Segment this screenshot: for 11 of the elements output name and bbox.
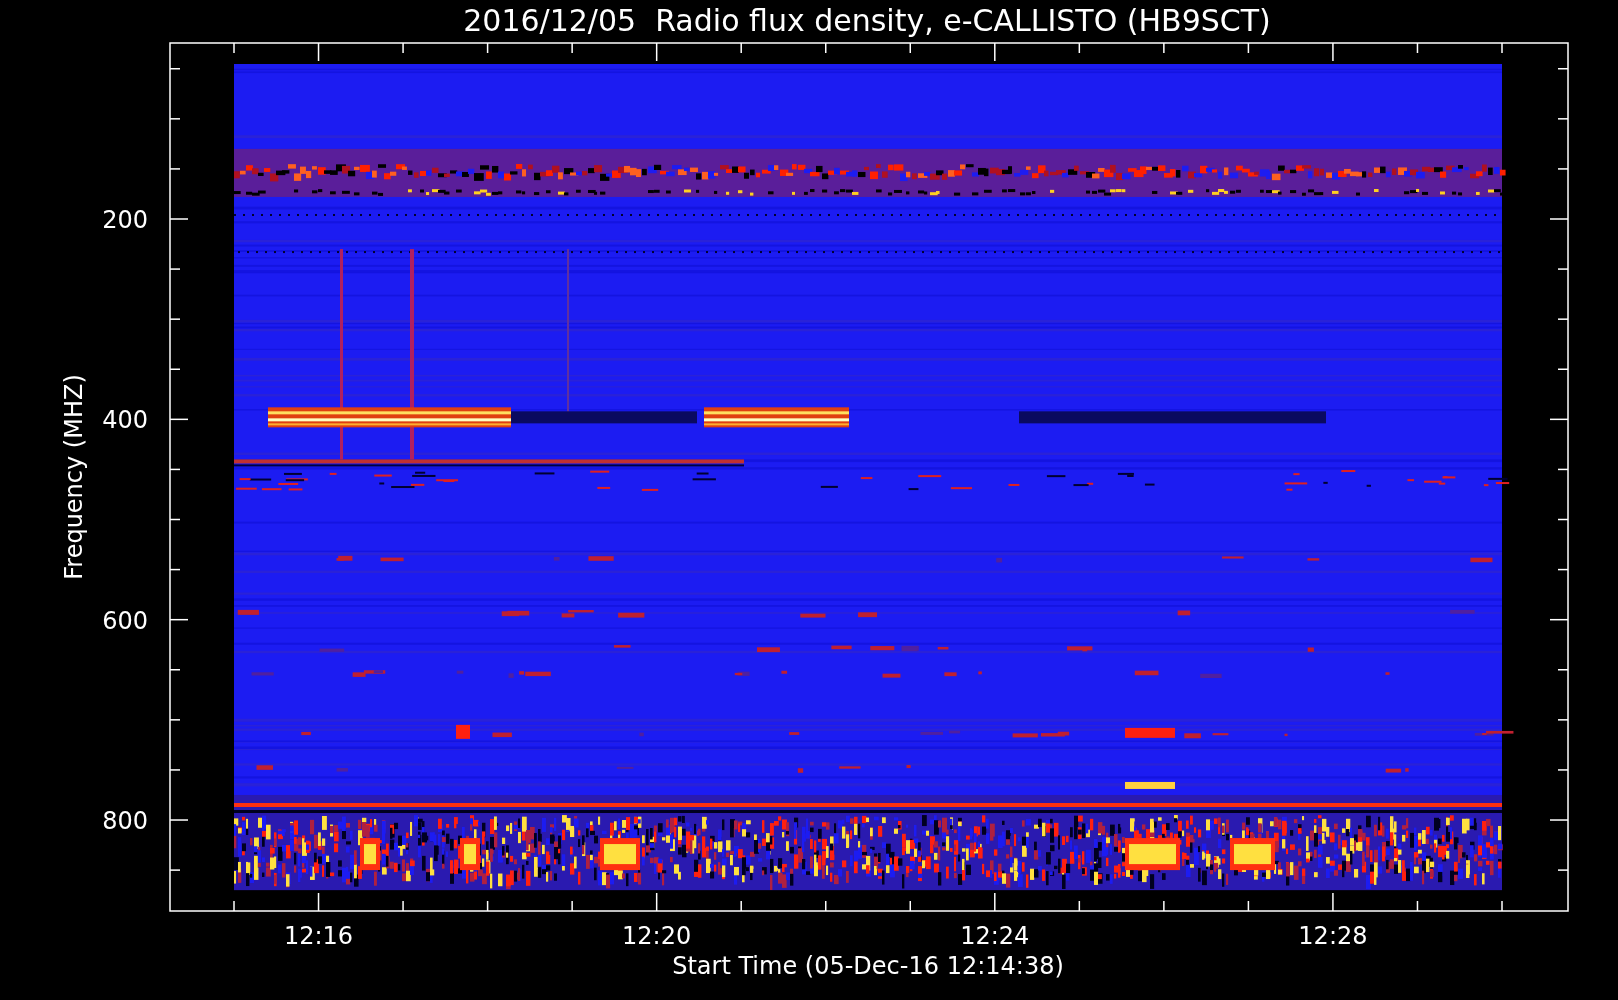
tick-label: 12:20 (622, 922, 692, 950)
tick-label: 600 (102, 606, 148, 635)
axis-label: Start Time (05-Dec-16 12:14:38) (672, 952, 1064, 980)
tick-label: 12:24 (960, 922, 1030, 950)
tick-label: 12:16 (283, 922, 354, 950)
axis-label: Frequency (MHZ) (60, 374, 88, 580)
tick-label: 200 (102, 206, 148, 234)
plot-title: 2016/12/05 Radio flux density, e-CALLISTO (HB9SCT) (463, 3, 1271, 38)
tick-label: 800 (102, 807, 148, 835)
tick-label: 12:28 (1298, 922, 1368, 950)
tick-label: 400 (102, 406, 148, 435)
